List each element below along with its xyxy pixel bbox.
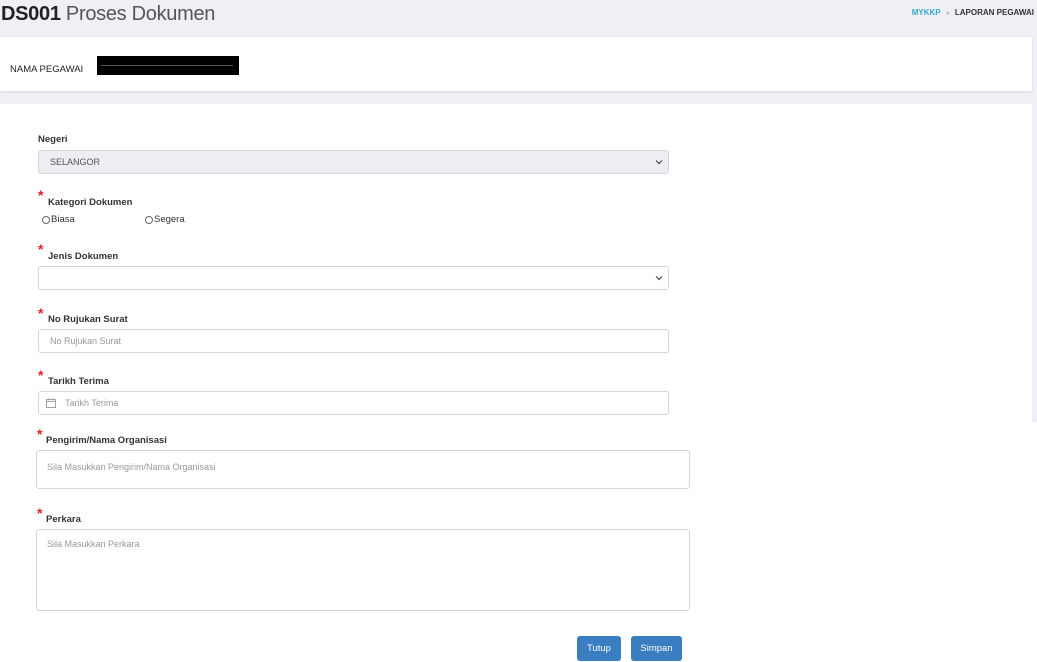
rujukan-label: No Rujukan Surat [48, 314, 128, 325]
required-marker: * [38, 241, 44, 257]
required-marker: * [37, 505, 43, 521]
save-button[interactable]: Simpan [631, 636, 682, 661]
jenis-label: Jenis Dokumen [48, 251, 119, 262]
perkara-textarea[interactable]: Sila Masukkan Perkara [36, 529, 690, 611]
radio-circle-icon[interactable] [42, 215, 50, 224]
page-code: DS001 [1, 3, 61, 25]
chevron-down-icon [655, 160, 663, 165]
perkara-placeholder: Sila Masukkan Perkara [47, 539, 140, 549]
radio-segera[interactable]: Segera [145, 214, 185, 225]
negeri-value: SELANGOR [50, 157, 101, 167]
rujukan-placeholder: No Rujukan Surat [50, 336, 122, 346]
breadcrumb-current: LAPORAN PEGAWAI [954, 8, 1034, 17]
tarikh-input[interactable]: Tarikh Terima [38, 391, 669, 415]
radio-biasa-label: Biasa [51, 214, 75, 225]
staff-name-label: NAMA PEGAWAI [10, 64, 84, 75]
radio-circle-icon[interactable] [145, 215, 153, 224]
negeri-label: Negeri [38, 134, 68, 145]
negeri-select[interactable]: SELANGOR [38, 150, 669, 174]
breadcrumb: MYKKP ● LAPORAN PEGAWAI [912, 6, 1034, 20]
breadcrumb-home-link[interactable]: MYKKP [912, 8, 941, 17]
page-title: DS001 Proses Dokumen [1, 1, 215, 27]
radio-segera-label: Segera [154, 214, 185, 225]
jenis-select[interactable] [38, 266, 669, 290]
required-marker: * [37, 426, 43, 442]
tarikh-placeholder: Tarikh Terima [65, 398, 119, 408]
close-button[interactable]: Tutup [577, 636, 621, 661]
tarikh-label: Tarikh Terima [48, 376, 109, 387]
breadcrumb-separator-icon: ● [945, 10, 950, 17]
calendar-icon[interactable] [46, 398, 56, 408]
pengirim-textarea[interactable]: Sila Masukkan Pengirim/Nama Organisasi [36, 450, 690, 489]
required-marker: * [38, 367, 44, 383]
redacted-staff-name [97, 56, 239, 75]
radio-biasa[interactable]: Biasa [42, 214, 75, 225]
perkara-label: Perkara [46, 514, 81, 525]
kategori-label: Kategori Dokumen [48, 197, 133, 208]
pengirim-placeholder: Sila Masukkan Pengirim/Nama Organisasi [47, 462, 216, 472]
pengirim-label: Pengirim/Nama Organisasi [46, 435, 167, 446]
required-marker: * [38, 187, 44, 203]
page-name: Proses Dokumen [65, 3, 216, 25]
chevron-down-icon [655, 276, 663, 281]
required-marker: * [38, 305, 44, 321]
rujukan-input[interactable]: No Rujukan Surat [38, 329, 669, 353]
